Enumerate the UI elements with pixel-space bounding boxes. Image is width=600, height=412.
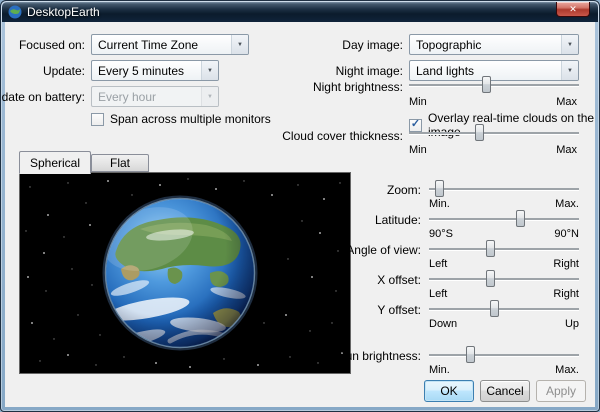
y-offset-label: Y offset: bbox=[377, 303, 421, 317]
latitude-label: Latitude: bbox=[375, 213, 421, 227]
y-offset-thumb[interactable] bbox=[490, 300, 499, 317]
angle-of-view-label: Angle of view: bbox=[346, 243, 421, 257]
update-battery-label: Update on battery: bbox=[0, 90, 85, 104]
span-monitors-row: ✓ Span across multiple monitors bbox=[91, 112, 271, 126]
desktopearth-window: DesktopEarth ✕ Focused on: Current Time … bbox=[0, 0, 600, 412]
slider-track bbox=[429, 218, 579, 220]
y-offset-row: Y offset: Down Up bbox=[5, 300, 597, 332]
sun-brightness-thumb[interactable] bbox=[466, 346, 475, 363]
chevron-down-icon: ▼ bbox=[231, 35, 248, 54]
update-dropdown[interactable]: Every 5 minutes ▼ bbox=[91, 60, 219, 81]
update-value: Every 5 minutes bbox=[98, 64, 197, 78]
latitude-slider[interactable] bbox=[429, 210, 579, 228]
x-offset-thumb[interactable] bbox=[486, 270, 495, 287]
update-label: Update: bbox=[43, 64, 85, 78]
chevron-down-icon: ▼ bbox=[201, 61, 218, 80]
angle-of-view-thumb[interactable] bbox=[486, 240, 495, 257]
cancel-button[interactable]: Cancel bbox=[480, 380, 530, 402]
zoom-slider[interactable] bbox=[429, 180, 579, 198]
angle-of-view-slider[interactable] bbox=[429, 240, 579, 258]
slider-track bbox=[429, 354, 579, 356]
slider-track bbox=[409, 84, 579, 86]
sun-brightness-label: Sun brightness: bbox=[338, 349, 421, 363]
x-offset-slider[interactable] bbox=[429, 270, 579, 288]
latitude-south-label: 90°S bbox=[429, 228, 453, 240]
update-battery-dropdown: Every hour ▼ bbox=[91, 86, 219, 107]
sun-brightness-slider[interactable] bbox=[429, 346, 579, 364]
latitude-row: Latitude: 90°S 90°N bbox=[5, 210, 597, 242]
night-brightness-max-label: Max bbox=[556, 96, 577, 108]
night-brightness-label: Night brightness: bbox=[313, 80, 403, 94]
titlebar[interactable]: DesktopEarth ✕ bbox=[2, 2, 598, 22]
apply-button: Apply bbox=[536, 380, 586, 402]
night-brightness-min-label: Min bbox=[409, 96, 427, 108]
zoom-min-label: Min. bbox=[429, 198, 450, 210]
sun-brightness-max-label: Max. bbox=[555, 364, 579, 376]
tab-flat-label: Flat bbox=[110, 156, 130, 170]
y-offset-down-label: Down bbox=[429, 318, 457, 330]
latitude-north-label: 90°N bbox=[554, 228, 579, 240]
focused-on-value: Current Time Zone bbox=[98, 38, 227, 52]
close-button[interactable]: ✕ bbox=[556, 2, 590, 17]
app-earth-icon bbox=[8, 5, 22, 19]
tab-flat[interactable]: Flat bbox=[91, 154, 149, 172]
cloud-cover-slider[interactable] bbox=[409, 124, 579, 142]
x-offset-label: X offset: bbox=[377, 273, 421, 287]
span-monitors-checkbox[interactable]: ✓ bbox=[91, 113, 104, 126]
x-offset-row: X offset: Left Right bbox=[5, 270, 597, 302]
slider-track bbox=[409, 132, 579, 134]
ok-button[interactable]: OK bbox=[424, 380, 474, 402]
day-image-value: Topographic bbox=[416, 38, 557, 52]
slider-track bbox=[429, 278, 579, 280]
apply-button-label: Apply bbox=[546, 384, 576, 398]
zoom-max-label: Max. bbox=[555, 198, 579, 210]
dialog-client-area: Focused on: Current Time Zone ▼ Update: … bbox=[5, 22, 595, 407]
y-offset-up-label: Up bbox=[565, 318, 579, 330]
zoom-label: Zoom: bbox=[387, 183, 421, 197]
tab-spherical-label: Spherical bbox=[30, 156, 80, 170]
chevron-down-icon: ▼ bbox=[201, 87, 218, 106]
cloud-cover-thumb[interactable] bbox=[475, 124, 484, 141]
chevron-down-icon: ▼ bbox=[561, 35, 578, 54]
x-offset-right-label: Right bbox=[553, 288, 579, 300]
latitude-thumb[interactable] bbox=[516, 210, 525, 227]
sun-brightness-min-label: Min. bbox=[429, 364, 450, 376]
focused-on-label: Focused on: bbox=[19, 38, 85, 52]
angle-of-view-row: Angle of view: Left Right bbox=[5, 240, 597, 272]
cancel-button-label: Cancel bbox=[486, 384, 523, 398]
sun-brightness-row: Sun brightness: Min. Max. bbox=[5, 346, 597, 378]
ok-button-label: OK bbox=[440, 384, 457, 398]
window-title: DesktopEarth bbox=[27, 5, 100, 19]
zoom-thumb[interactable] bbox=[435, 180, 444, 197]
cloud-cover-min-label: Min bbox=[409, 144, 427, 156]
x-offset-left-label: Left bbox=[429, 288, 447, 300]
zoom-row: Zoom: Min. Max. bbox=[5, 180, 597, 212]
slider-track bbox=[429, 248, 579, 250]
update-battery-value: Every hour bbox=[98, 90, 197, 104]
cloud-cover-max-label: Max bbox=[556, 144, 577, 156]
y-offset-slider[interactable] bbox=[429, 300, 579, 318]
close-icon: ✕ bbox=[569, 4, 577, 15]
night-brightness-slider[interactable] bbox=[409, 76, 579, 94]
angle-left-label: Left bbox=[429, 258, 447, 270]
night-image-label: Night image: bbox=[336, 64, 403, 78]
focused-on-dropdown[interactable]: Current Time Zone ▼ bbox=[91, 34, 249, 55]
angle-right-label: Right bbox=[553, 258, 579, 270]
slider-track bbox=[429, 308, 579, 310]
night-brightness-thumb[interactable] bbox=[482, 76, 491, 93]
day-image-dropdown[interactable]: Topographic ▼ bbox=[409, 34, 579, 55]
span-monitors-label: Span across multiple monitors bbox=[110, 112, 271, 126]
cloud-cover-label: Cloud cover thickness: bbox=[282, 129, 403, 143]
tab-spherical[interactable]: Spherical bbox=[19, 151, 91, 174]
day-image-label: Day image: bbox=[342, 38, 403, 52]
slider-track bbox=[429, 188, 579, 190]
